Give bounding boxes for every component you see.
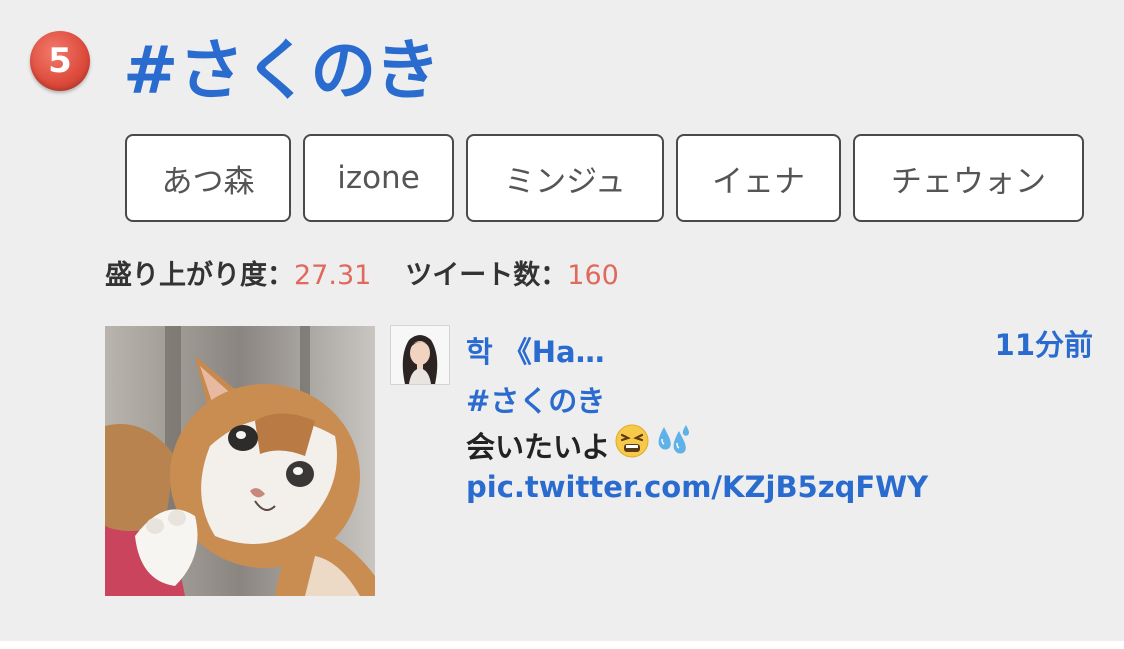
rank-number: 5: [48, 41, 72, 81]
tweet-count-value: 160: [567, 260, 619, 291]
tweet-pic-link[interactable]: pic.twitter.com/KZjB5zqFWY: [466, 466, 928, 508]
user-avatar-photo: [391, 326, 449, 384]
tag-button[interactable]: チェウォン: [853, 134, 1084, 222]
tweet-text: 会いたいよ: [466, 423, 692, 470]
excitement-value: 27.31: [294, 260, 372, 291]
tweet-text-content: 会いたいよ: [466, 429, 611, 464]
cat-photo: [105, 326, 375, 596]
tag-button[interactable]: イェナ: [676, 134, 841, 222]
trend-title-link[interactable]: #さくのき: [123, 26, 440, 116]
excitement-label: 盛り上がり度：: [105, 260, 294, 291]
tag-button[interactable]: あつ森: [125, 134, 291, 222]
tweet-count-label: ツイート数：: [405, 260, 568, 291]
rank-badge: 5: [30, 31, 90, 91]
trend-stats: 盛り上がり度：27.31 ツイート数：160: [105, 256, 619, 296]
tweet-time[interactable]: 11分前: [995, 324, 1093, 366]
tired-face-emoji: [614, 423, 650, 470]
user-avatar[interactable]: [390, 325, 450, 385]
tweet-image[interactable]: [105, 326, 375, 596]
user-name-link[interactable]: 학 《Ha…: [466, 331, 605, 373]
sweat-droplets-emoji: [654, 423, 692, 470]
tag-button[interactable]: izone: [303, 134, 454, 222]
tweet-hashtag-link[interactable]: #さくのき: [466, 380, 605, 422]
trend-card: 5 #さくのき あつ森 izone ミンジュ イェナ チェウォン 盛り上がり度：…: [0, 0, 1124, 641]
tag-button[interactable]: ミンジュ: [466, 134, 664, 222]
